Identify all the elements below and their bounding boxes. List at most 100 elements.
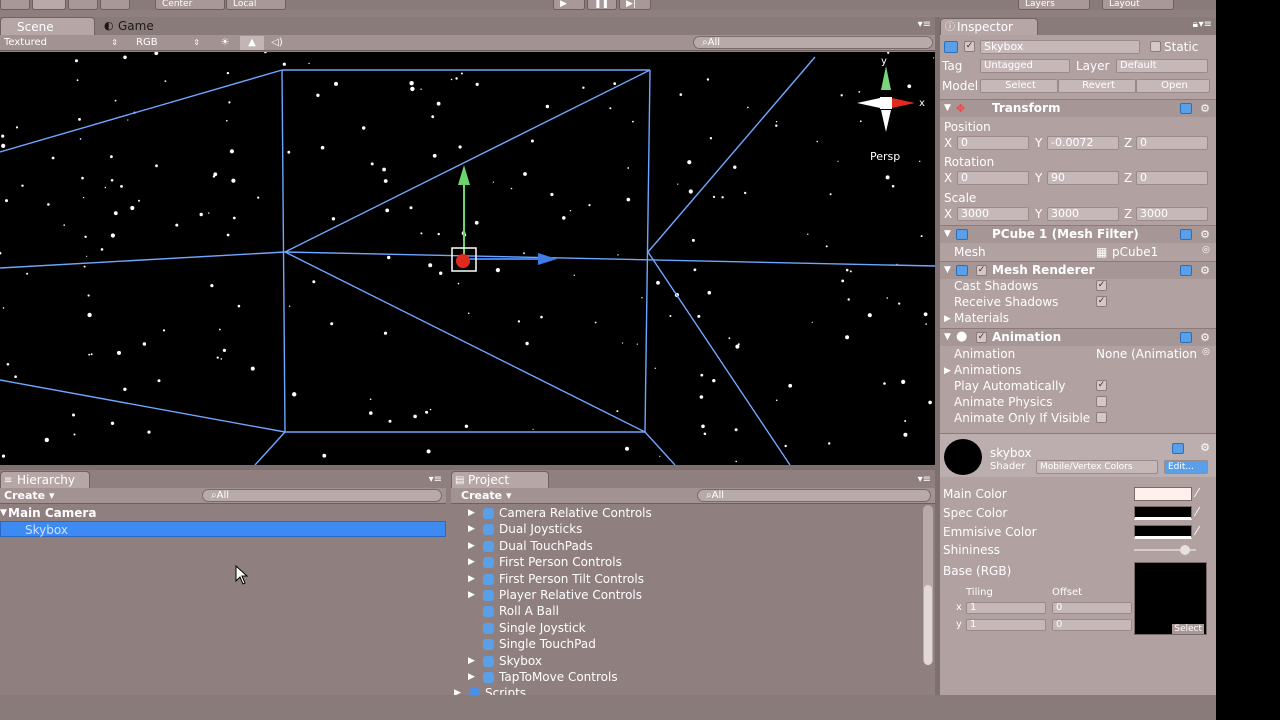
rotate-tool-button[interactable] [68,0,98,10]
project-scrollbar[interactable] [923,505,933,665]
mesh-value[interactable]: pCube1 [1112,245,1158,259]
gear-icon[interactable]: ⚙ [1200,441,1210,454]
panel-menu-icon[interactable]: ▾≡ [918,19,931,30]
help-book-icon[interactable] [1180,265,1192,276]
foldout-icon[interactable]: ▶ [944,366,951,376]
play-button[interactable]: ▶ [553,0,585,10]
eyedropper-icon[interactable]: ⁄ [1196,486,1198,500]
panel-menu-icon[interactable]: ▾≡ [1199,19,1212,30]
cast-shadows-checkbox[interactable]: ✓ [1096,280,1107,291]
scene-search-input[interactable]: ⌕All [693,36,933,49]
model-revert-button[interactable]: Revert [1058,79,1136,93]
gear-icon[interactable]: ⚙ [1200,264,1210,277]
step-button[interactable]: ▶| [619,0,651,10]
project-item[interactable]: ▶ Dual TouchPads [468,538,593,554]
audio-toggle[interactable]: ◁) [266,36,288,50]
hierarchy-item-skybox[interactable]: Skybox [0,521,446,537]
project-item[interactable]: Single Joystick [483,620,586,636]
foldout-icon[interactable]: ▶ [468,538,475,554]
foldout-icon[interactable]: ▶ [454,685,461,695]
scene-fx-toggle[interactable]: ▲ [240,36,264,50]
shader-edit-button[interactable]: Edit... [1164,460,1208,474]
project-item[interactable]: ▶ Skybox [468,653,542,669]
emissive-color-swatch[interactable] [1134,525,1192,539]
color-mode-dropdown[interactable]: RGB ⇕ [132,36,204,50]
play-auto-checkbox[interactable]: ✓ [1096,380,1107,391]
layer-dropdown[interactable]: Default [1116,59,1208,73]
scene-view-canvas[interactable]: x y Persp [0,52,935,465]
render-mode-dropdown[interactable]: Textured ⇕ [0,36,122,50]
x-axis-handle[interactable] [456,254,470,268]
rotation-z-field[interactable]: 0 [1136,171,1208,185]
pause-button[interactable]: ❚❚ [587,0,617,10]
animation-value[interactable]: None (Animation [1096,347,1197,361]
rotation-y-field[interactable]: 90 [1047,171,1119,185]
transform-header[interactable]: ▼ ✥ Transform ⚙ [940,99,1216,117]
tag-dropdown[interactable]: Untagged [980,59,1070,73]
foldout-icon[interactable]: ▶ [468,554,475,570]
space-toggle[interactable]: Local [226,0,286,10]
move-gizmo[interactable] [451,165,557,272]
foldout-icon[interactable]: ▼ [944,103,951,113]
object-picker-icon[interactable]: ◎ [1202,245,1210,255]
gear-icon[interactable]: ⚙ [1200,228,1210,241]
project-item[interactable]: ▶ TapToMove Controls [468,669,618,685]
y-axis-arrow[interactable] [458,165,470,185]
model-select-button[interactable]: Select [980,79,1058,93]
position-y-field[interactable]: -0.0072 [1047,136,1119,150]
project-item[interactable]: ▶ Player Relative Controls [468,587,642,603]
tiling-y-field[interactable]: 1 [966,619,1046,631]
project-item[interactable]: ▶ Dual Joysticks [468,521,582,537]
hierarchy-search-input[interactable]: ⌕All [202,489,442,502]
orientation-gizmo[interactable]: x y [857,56,925,132]
mesh-filter-header[interactable]: ▼ PCube 1 (Mesh Filter) ⚙ [940,225,1216,243]
animation-header[interactable]: ▼ ● ✓ Animation ⚙ [940,328,1216,346]
panel-menu-icon[interactable]: ▾≡ [918,474,931,485]
foldout-icon[interactable]: ▼ [944,265,951,275]
gear-icon[interactable]: ⚙ [1200,102,1210,115]
scale-x-field[interactable]: 3000 [957,207,1029,221]
project-create-button[interactable]: Create ▾ [461,489,511,503]
rotation-x-field[interactable]: 0 [957,171,1029,185]
foldout-icon[interactable]: ▶ [468,521,475,537]
eyedropper-icon[interactable]: ⁄ [1196,505,1198,519]
projection-label[interactable]: Persp [870,150,900,163]
object-name-field[interactable]: Skybox [980,40,1140,54]
base-texture-slot[interactable]: Select [1134,562,1207,635]
spec-color-swatch[interactable] [1134,506,1192,520]
project-item[interactable]: Single TouchPad [483,636,596,652]
tiling-x-field[interactable]: 1 [966,602,1046,614]
foldout-icon[interactable]: ▼ [944,332,951,342]
tab-game[interactable]: ◐ Game [100,17,170,35]
foldout-icon[interactable]: ▶ [468,587,475,603]
tab-project[interactable]: ▤ Project [451,471,549,488]
project-item[interactable]: ▶ First Person Tilt Controls [468,571,644,587]
position-z-field[interactable]: 0 [1136,136,1208,150]
object-picker-icon[interactable]: ◎ [1202,347,1210,357]
scale-z-field[interactable]: 3000 [1136,207,1208,221]
project-item[interactable]: ▶ Camera Relative Controls [468,505,652,521]
tab-inspector[interactable]: ⓘ Inspector [940,18,1038,35]
only-visible-checkbox[interactable] [1096,412,1107,423]
foldout-icon[interactable]: ▶ [468,571,475,587]
hierarchy-create-button[interactable]: Create ▾ [4,489,54,503]
foldout-icon[interactable]: ▼ [944,229,951,239]
foldout-icon[interactable]: ▼ [0,505,7,521]
animation-enabled-checkbox[interactable]: ✓ [976,332,987,343]
offset-x-field[interactable]: 0 [1052,602,1132,614]
receive-shadows-checkbox[interactable]: ✓ [1096,296,1107,307]
eyedropper-icon[interactable]: ⁄ [1196,524,1198,538]
active-checkbox[interactable]: ✓ [964,41,975,52]
lighting-toggle[interactable]: ☀ [214,36,236,50]
panel-menu-icon[interactable]: ▾≡ [429,474,442,485]
layout-dropdown[interactable]: Layout [1102,0,1174,10]
main-color-swatch[interactable] [1134,487,1192,501]
materials-foldout[interactable]: Materials [954,311,1009,325]
tab-hierarchy[interactable]: ≡ Hierarchy [0,471,90,488]
hand-tool-button[interactable] [0,0,30,10]
texture-select-button[interactable]: Select [1172,624,1204,634]
layers-dropdown[interactable]: Layers [1018,0,1090,10]
shininess-slider-handle[interactable] [1180,545,1190,555]
static-checkbox[interactable] [1150,41,1161,52]
foldout-icon[interactable]: ▶ [468,505,475,521]
